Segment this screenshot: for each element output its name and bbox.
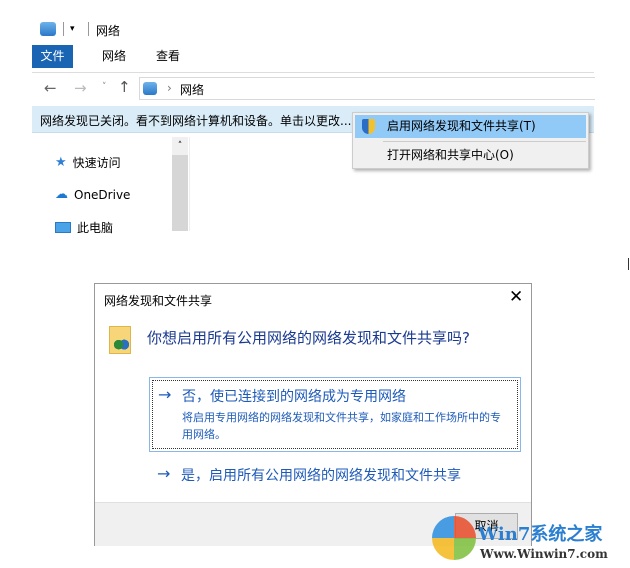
arrow-right-icon: → [158, 385, 172, 404]
option-enable-public[interactable]: → 是，启用所有公用网络的网络发现和文件共享 [149, 462, 521, 488]
option-yes-title: 是，启用所有公用网络的网络发现和文件共享 [181, 468, 461, 484]
tab-network[interactable]: 网络 [96, 45, 132, 68]
address-path[interactable]: 网络 [180, 81, 204, 98]
sidebar-item-onedrive[interactable]: ☁ OneDrive [55, 187, 130, 202]
sidebar-scrollbar[interactable]: ˄ [172, 137, 188, 231]
address-bar[interactable]: › 网络 [139, 77, 595, 100]
dialog-question: 你想启用所有公用网络的网络发现和文件共享吗? [147, 329, 470, 347]
cloud-icon: ☁ [55, 187, 68, 202]
quick-access-dropdown[interactable]: ▾ [70, 24, 75, 34]
arrow-right-icon: → [157, 464, 171, 483]
scroll-up-icon[interactable]: ˄ [172, 137, 188, 155]
divider [63, 22, 64, 36]
chevron-right-icon: › [167, 81, 172, 95]
ribbon-divider [32, 72, 594, 73]
option-private-network[interactable]: → 否，使已连接到的网络成为专用网络 将启用专用网络的网络发现和文件共享，如家庭… [149, 377, 521, 452]
watermark-url: Www.Winwin7.com [480, 547, 608, 561]
network-icon [143, 82, 157, 95]
close-icon[interactable]: ✕ [509, 287, 523, 307]
network-users-icon [109, 326, 131, 354]
option-no-description: 将启用专用网络的网络发现和文件共享，如家庭和工作场所中的专用网络。 [182, 411, 501, 441]
forward-button[interactable]: → [74, 79, 87, 97]
menu-item-enable-sharing[interactable]: 启用网络发现和文件共享(T) [355, 115, 586, 138]
watermark-logo [432, 516, 476, 560]
info-bar-text[interactable]: 网络发现已关闭。看不到网络计算机和设备。单击以更改... [40, 112, 351, 129]
star-icon: ★ [55, 155, 67, 170]
recent-dropdown[interactable]: ˅ [102, 82, 107, 92]
tab-view[interactable]: 查看 [150, 45, 186, 68]
sidebar-item-this-pc[interactable]: 此电脑 [55, 219, 113, 236]
menu-separator [383, 141, 586, 142]
up-button[interactable]: ↑ [118, 78, 131, 96]
context-menu: 启用网络发现和文件共享(T) 打开网络和共享中心(O) [352, 112, 589, 169]
uac-shield-icon [362, 119, 375, 134]
back-button[interactable]: ← [44, 79, 57, 97]
edge-mark [628, 258, 629, 270]
option-no-title: 否，使已连接到的网络成为专用网络 [182, 389, 406, 405]
menu-item-network-center[interactable]: 打开网络和共享中心(O) [355, 144, 586, 167]
window-title: 网络 [96, 24, 121, 38]
monitor-icon [55, 222, 71, 233]
divider [88, 22, 89, 36]
dialog-title: 网络发现和文件共享 [104, 294, 213, 308]
network-icon [40, 22, 56, 36]
sidebar-border [189, 137, 190, 231]
tab-file[interactable]: 文件 [32, 45, 73, 68]
watermark-brand: Win7系统之家 [478, 524, 603, 545]
sharing-dialog: 网络发现和文件共享 ✕ 你想启用所有公用网络的网络发现和文件共享吗? → 否，使… [94, 283, 532, 546]
sidebar-item-quick-access[interactable]: ★ 快速访问 [55, 154, 121, 171]
